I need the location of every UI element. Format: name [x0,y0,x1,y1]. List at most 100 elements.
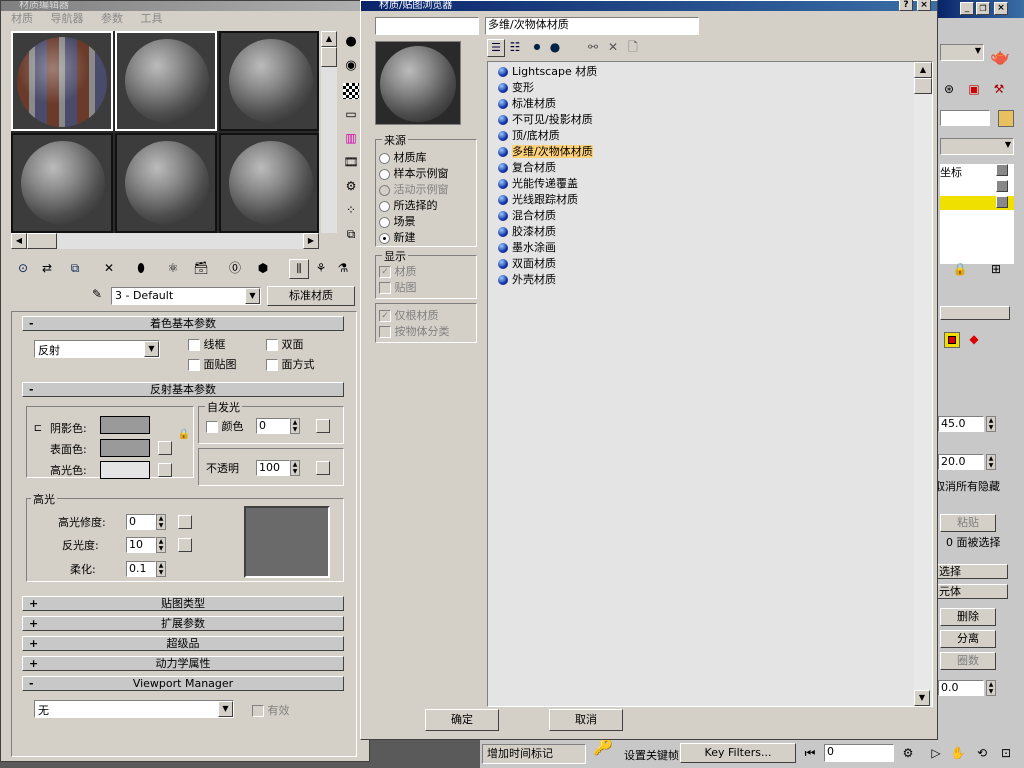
soften-field[interactable]: 0.1 [126,561,156,577]
paste-button[interactable]: 粘贴 [940,514,996,532]
delete-button[interactable]: 删除 [940,608,996,626]
show-end-result-icon[interactable]: ⬢ [255,261,271,277]
maps-rollout[interactable]: + 贴图类型 [22,596,344,611]
shader-basic-rollout[interactable]: - 着色基本参数 [22,316,344,331]
radio[interactable] [379,184,390,196]
radio[interactable] [379,216,390,228]
sample-uv-tiling-icon[interactable]: ▭ [343,107,359,123]
offset-field[interactable]: 0.0 [938,680,984,696]
material-type-item[interactable]: 不可见/投影材质 [498,112,908,128]
face-map-checkbox[interactable] [188,359,200,371]
sample-type-sphere-icon[interactable]: ● [343,35,359,51]
teapot-icon[interactable]: 🫖 [990,49,1010,66]
time-config-icon[interactable]: ⚙ [900,746,916,762]
viewport-enable-checkbox[interactable] [252,705,264,717]
get-material-icon[interactable]: ⊙ [15,261,31,277]
browser-close-button[interactable]: × [917,0,931,11]
modifier-list-dropdown[interactable]: ▼ [940,138,1014,155]
angle-field[interactable]: 20.0 [938,454,984,470]
opacity-spinner[interactable]: ▲ ▼ [290,460,300,476]
glossiness-spinner[interactable]: ▲ ▼ [156,537,166,553]
material-type-item[interactable]: 多维/次物体材质 [498,144,908,160]
options-icon[interactable]: ⚙ [343,179,359,195]
key-filters-button[interactable]: Key Filters... [680,743,796,763]
material-name-dropdown[interactable]: 3 - Default ▼ [111,287,261,305]
specular-level-field[interactable]: 0 [126,514,156,530]
threshold-field[interactable]: 45.0 [938,416,984,432]
select-rollout[interactable]: 选择 [936,564,1008,579]
scroll-thumb[interactable] [321,47,337,67]
go-to-parent-icon[interactable]: ⫼ [289,259,309,279]
two-sided-checkbox[interactable] [266,339,278,351]
menu-navigation[interactable]: 导航器 [51,12,84,25]
scroll-thumb[interactable] [27,233,57,249]
stack-toggle[interactable] [996,180,1008,192]
clear-library-icon[interactable]: 🗋 [625,40,641,56]
material-type-item[interactable]: 复合材质 [498,160,908,176]
scroll-thumb[interactable] [914,78,932,94]
ambient-color-swatch[interactable] [100,416,150,434]
sample-slot-3[interactable] [219,31,319,131]
supersampling-rollout[interactable]: + 超级品 [22,636,344,651]
view-list-icons-icon[interactable]: ☷ [507,40,523,56]
glossiness-field[interactable]: 10 [126,537,156,553]
source-selected[interactable]: 所选择的 [379,197,438,213]
selection-rollout[interactable] [940,306,1010,320]
sample-slot-5[interactable] [115,133,217,233]
select-by-material-icon[interactable]: ⁘ [343,203,359,219]
viewport-manager-rollout[interactable]: - Viewport Manager [22,676,344,691]
menu-material[interactable]: 材质 [11,12,33,25]
specular-color-swatch[interactable] [100,461,150,479]
display-icon[interactable]: ▣ [964,82,984,98]
extended-rollout[interactable]: + 扩展参数 [22,616,344,631]
set-key-button[interactable]: 设置关键帧 [624,747,679,763]
specular-level-spinner[interactable]: ▲ ▼ [156,514,166,530]
object-color-swatch[interactable] [998,110,1014,127]
browser-search-field[interactable] [375,17,479,35]
source-scene[interactable]: 场景 [379,213,416,229]
lock-icon[interactable]: 🔒 [176,428,192,444]
maximize-viewport-icon[interactable]: ⊡ [998,746,1014,762]
list-vertical-scrollbar[interactable]: ▲ ▼ [914,62,932,706]
show-map-in-viewport-icon[interactable]: ⓪ [227,261,243,277]
material-navigator-icon[interactable]: ⧉ [343,227,359,243]
material-type-button[interactable]: 标准材质 [267,286,355,306]
offset-spinner[interactable]: ▲ ▼ [986,680,996,696]
soften-spinner[interactable]: ▲ ▼ [156,561,166,577]
sample-slot-1[interactable] [11,31,113,131]
slots-horizontal-scrollbar[interactable]: ◀ ▶ [11,233,319,249]
key-icon[interactable]: 🔑 [590,739,616,756]
element-rollout[interactable]: 元体 [936,584,1008,599]
material-type-item[interactable]: 变形 [498,80,908,96]
lock-icon[interactable]: 🔒 [952,262,968,278]
menu-utilities[interactable]: 工具 [141,12,163,25]
utilities-icon[interactable]: ⚒ [990,82,1008,98]
dynamics-rollout[interactable]: + 动力学属性 [22,656,344,671]
detach-button[interactable]: 分离 [940,630,996,648]
material-type-item[interactable]: 顶/底材质 [498,128,908,144]
vertex-icon[interactable] [944,332,960,348]
diffuse-map-button[interactable] [158,441,172,455]
material-effects-channel-icon[interactable]: 🗃 [193,261,209,277]
eyedropper-icon[interactable]: ✎ [89,287,105,303]
modifier-stack[interactable]: 坐标 [940,164,1014,264]
faceted-checkbox[interactable] [266,359,278,371]
current-frame-field[interactable]: 0 [824,744,894,762]
radio-selected[interactable] [379,232,390,244]
source-active-slot[interactable]: 活动示例窗 [379,181,449,197]
stack-toggle[interactable] [996,196,1008,208]
stack-toggle[interactable] [996,164,1008,176]
display-materials-checkbox[interactable]: ✓ [379,266,391,278]
radio[interactable] [379,200,390,212]
hierarchy-icon[interactable]: ⊛ [940,82,958,98]
face-map-checkbox-row[interactable]: 面贴图 [188,356,237,372]
material-type-item[interactable]: 墨水涂画 [498,240,908,256]
video-color-check-icon[interactable]: ▥ [343,131,359,147]
orbit-icon[interactable]: ⟲ [974,746,990,762]
material-type-item[interactable]: 胶漆材质 [498,224,908,240]
sample-slot-2[interactable] [115,31,217,131]
radio[interactable] [379,168,390,180]
unhide-all-button[interactable]: 取消所有隐藏 [934,478,1000,494]
source-new[interactable]: 新建 [379,229,416,245]
display-maps-checkbox[interactable] [379,282,391,294]
